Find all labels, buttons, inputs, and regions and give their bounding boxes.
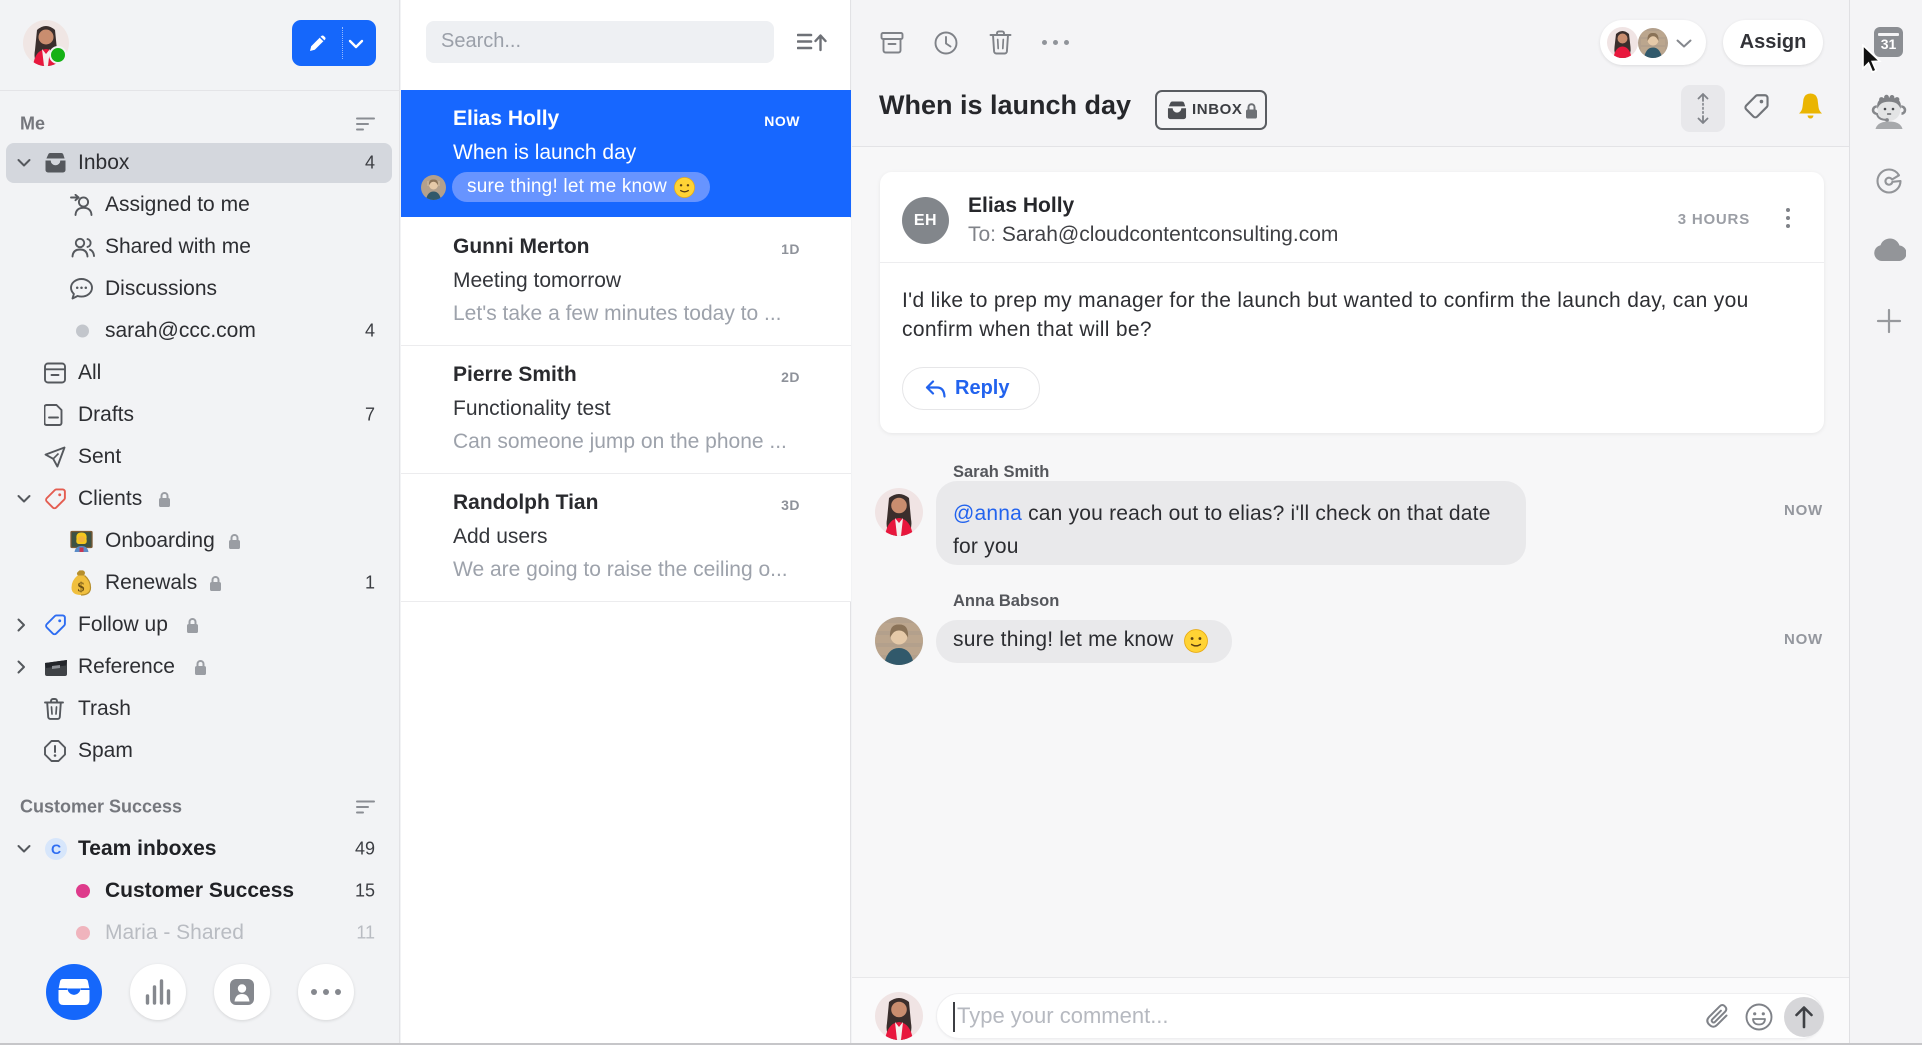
svg-text:$: $ — [78, 581, 85, 596]
